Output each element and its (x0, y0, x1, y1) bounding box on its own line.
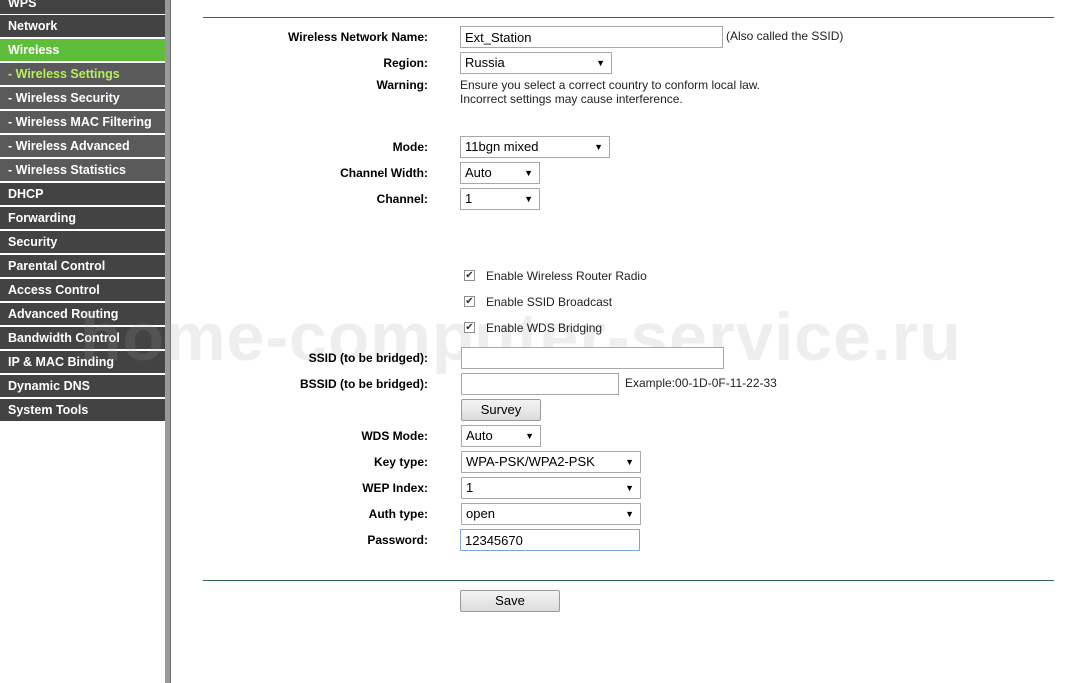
region-select[interactable]: Russia ▼ (460, 52, 612, 74)
sidebar-item-parental-control[interactable]: Parental Control (0, 255, 165, 277)
sidebar-empty-area (0, 421, 165, 683)
wep-index-label: WEP Index: (362, 481, 428, 495)
chevron-down-icon: ▼ (524, 194, 533, 204)
sidebar-item-access-control[interactable]: Access Control (0, 279, 165, 301)
channel-width-select[interactable]: Auto ▼ (460, 162, 540, 184)
wds-mode-label: WDS Mode: (361, 429, 428, 443)
channel-width-label: Channel Width: (340, 166, 428, 180)
sidebar-item-wireless[interactable]: Wireless (0, 39, 165, 61)
key-type-value: WPA-PSK/WPA2-PSK (466, 454, 595, 469)
auth-type-select[interactable]: open ▼ (461, 503, 641, 525)
ssid-input[interactable] (460, 26, 723, 48)
mode-value: 11bgn mixed (465, 139, 539, 154)
ssid-broadcast-label: Enable SSID Broadcast (486, 295, 613, 309)
password-label: Password: (367, 533, 428, 547)
radio-enable-checkbox[interactable]: ✔ (464, 270, 475, 281)
chevron-down-icon: ▼ (625, 509, 634, 519)
auth-type-label: Auth type: (368, 507, 428, 521)
chevron-down-icon: ▼ (594, 142, 603, 152)
warning-line-2: Incorrect settings may cause interferenc… (460, 92, 683, 106)
channel-label: Channel: (376, 192, 428, 206)
wds-bridging-checkbox[interactable]: ✔ (464, 322, 475, 333)
ssid-broadcast-checkbox[interactable]: ✔ (464, 296, 475, 307)
bridge-bssid-input[interactable] (461, 373, 619, 395)
bottom-divider (203, 580, 1054, 581)
wds-mode-select[interactable]: Auto ▼ (461, 425, 541, 447)
sidebar-item-wireless-mac-filtering[interactable]: - Wireless MAC Filtering (0, 111, 165, 133)
sidebar-item-forwarding[interactable]: Forwarding (0, 207, 165, 229)
bridge-bssid-label: BSSID (to be bridged): (300, 377, 428, 391)
sidebar-item-wps[interactable]: WPS (0, 0, 165, 14)
frame-divider (170, 0, 171, 683)
ssid-label: Wireless Network Name: (288, 30, 428, 44)
sidebar-item-ip-mac-binding[interactable]: IP & MAC Binding (0, 351, 165, 373)
save-button[interactable]: Save (460, 590, 560, 612)
top-divider (203, 17, 1054, 18)
wds-mode-value: Auto (466, 428, 493, 443)
channel-value: 1 (465, 191, 473, 206)
sidebar-item-bandwidth-control[interactable]: Bandwidth Control (0, 327, 165, 349)
sidebar-item-security[interactable]: Security (0, 231, 165, 253)
mode-select[interactable]: 11bgn mixed ▼ (460, 136, 610, 158)
region-value: Russia (465, 55, 505, 70)
sidebar-menu: WPS Network Wireless - Wireless Settings… (0, 0, 165, 683)
mode-label: Mode: (392, 140, 428, 154)
auth-type-value: open (466, 506, 495, 521)
radio-enable-label: Enable Wireless Router Radio (486, 269, 647, 283)
sidebar-item-wireless-security[interactable]: - Wireless Security (0, 87, 165, 109)
chevron-down-icon: ▼ (625, 457, 634, 467)
key-type-label: Key type: (373, 455, 428, 469)
warning-label: Warning: (376, 78, 428, 92)
wep-index-select[interactable]: 1 ▼ (461, 477, 641, 499)
sidebar-item-wireless-settings[interactable]: - Wireless Settings (0, 63, 165, 85)
chevron-down-icon: ▼ (625, 483, 634, 493)
survey-button[interactable]: Survey (461, 399, 541, 421)
sidebar-item-network[interactable]: Network (0, 15, 165, 37)
warning-line-1: Ensure you select a correct country to c… (460, 78, 761, 92)
wep-index-value: 1 (466, 480, 474, 495)
ssid-note: (Also called the SSID) (726, 29, 844, 43)
wds-bridging-label: Enable WDS Bridging (486, 321, 603, 335)
sidebar-item-dynamic-dns[interactable]: Dynamic DNS (0, 375, 165, 397)
sidebar-item-wireless-advanced[interactable]: - Wireless Advanced (0, 135, 165, 157)
bridge-ssid-label: SSID (to be bridged): (308, 351, 428, 365)
password-input[interactable] (460, 529, 640, 551)
chevron-down-icon: ▼ (525, 431, 534, 441)
sidebar-item-wireless-statistics[interactable]: - Wireless Statistics (0, 159, 165, 181)
key-type-select[interactable]: WPA-PSK/WPA2-PSK ▼ (461, 451, 641, 473)
bridge-ssid-input[interactable] (461, 347, 724, 369)
chevron-down-icon: ▼ (524, 168, 533, 178)
sidebar-item-dhcp[interactable]: DHCP (0, 183, 165, 205)
bssid-example: Example:00-1D-0F-11-22-33 (625, 376, 777, 390)
chevron-down-icon: ▼ (596, 58, 605, 68)
sidebar-item-system-tools[interactable]: System Tools (0, 399, 165, 421)
sidebar-item-advanced-routing[interactable]: Advanced Routing (0, 303, 165, 325)
region-label: Region: (383, 56, 428, 70)
channel-select[interactable]: 1 ▼ (460, 188, 540, 210)
channel-width-value: Auto (465, 165, 492, 180)
